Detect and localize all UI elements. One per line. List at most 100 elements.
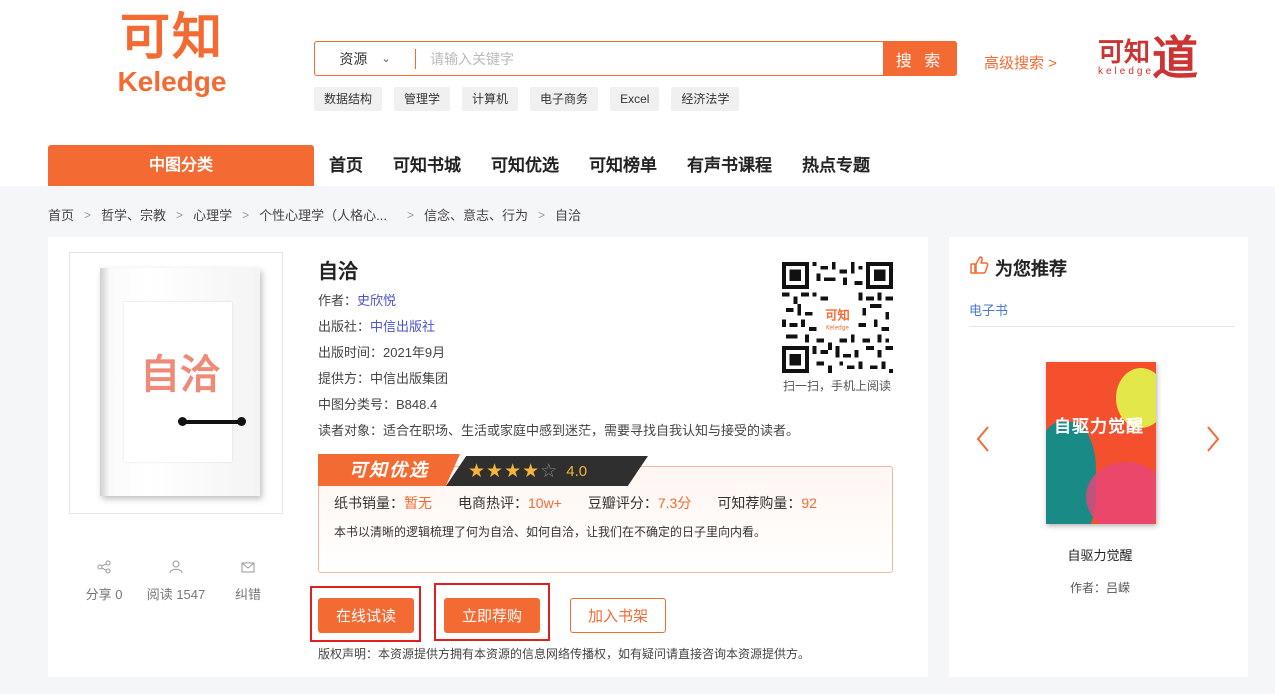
meta-audience: 读者对象：适合在职场、生活或家庭中感到迷茫，需要寻找自我认知与接受的读者。 <box>318 420 799 446</box>
star-empty-icon: ☆ <box>540 460 558 482</box>
divider <box>969 326 1234 327</box>
meta-label: 读者对象： <box>318 423 384 438</box>
breadcrumb-current: 自洽 <box>554 208 581 223</box>
recommend-book-cover[interactable]: 自驱力觉醒 <box>1046 362 1156 524</box>
mail-icon <box>212 560 284 576</box>
hot-tag[interactable]: 管理学 <box>394 87 451 111</box>
meta-value: 2021年9月 <box>383 345 446 360</box>
meta-date: 出版时间：2021年9月 <box>318 342 799 368</box>
pick-stat-label: 豆瓣评分： <box>587 495 658 511</box>
hot-tag[interactable]: 经济法学 <box>671 87 740 111</box>
nav-item-audio-courses[interactable]: 有声书课程 <box>672 145 787 186</box>
meta-label: 中图分类号： <box>318 397 397 412</box>
hot-tag[interactable]: 计算机 <box>462 87 519 111</box>
share-button[interactable]: 分享 0 <box>68 560 140 603</box>
cover-face-graphic <box>178 417 246 426</box>
breadcrumb-item[interactable]: 心理学 <box>193 205 232 224</box>
advanced-search-link[interactable]: 高级搜索 > <box>984 52 1057 73</box>
logo-en: Keledge <box>117 66 227 97</box>
nav-item-home[interactable]: 首页 <box>314 145 378 186</box>
meta-label: 提供方： <box>318 371 371 386</box>
highlight-box <box>310 586 421 642</box>
copyright-notice: 版权声明：本资源提供方拥有本资源的信息网络传播权，如有疑问请直接咨询本资源提供方… <box>318 647 811 661</box>
keledge-logo[interactable]: 可知 Keledge <box>116 8 228 98</box>
meta-label: 作者： <box>318 293 358 308</box>
logo2-mark: 道 <box>1152 31 1198 85</box>
hot-tags: 数据结构 管理学 计算机 电子商务 Excel 经济法学 <box>314 87 740 111</box>
recommend-cover-title: 自驱力觉醒 <box>1054 417 1144 436</box>
author-link[interactable]: 史欣悦 <box>357 293 396 308</box>
pick-stat-value: 暂无 <box>404 495 432 511</box>
share-icon <box>68 560 140 576</box>
recommend-title: 为您推荐 <box>969 255 1067 281</box>
keledge-brand-logo[interactable]: 可知 道 keledge <box>1098 22 1210 85</box>
pick-stat-label: 可知荐购量： <box>717 495 802 511</box>
report-error-label: 纠错 <box>234 587 261 602</box>
meta-label: 出版时间： <box>318 345 384 360</box>
meta-value: 适合在职场、生活或家庭中感到迷茫，需要寻找自我认知与接受的读者。 <box>383 423 800 438</box>
pick-stat: 豆瓣评分：7.3分 <box>588 493 691 513</box>
star-icon: ★ <box>468 460 486 482</box>
hot-tag[interactable]: Excel <box>610 87 660 111</box>
star-icon: ★ <box>522 460 540 482</box>
qr-code[interactable]: 可知 Keledge <box>782 262 893 373</box>
star-icon: ★ <box>486 460 504 482</box>
add-to-shelf-button[interactable]: 加入书架 <box>570 598 666 633</box>
chevron-down-icon: ⌄ <box>381 53 391 65</box>
header: 可知 Keledge 资源 ⌄ 搜 索 数据结构 管理学 计算机 电子商务 Ex… <box>0 0 1275 145</box>
star-icon: ★ <box>504 460 522 482</box>
social-stats: 分享 0 阅读 1547 纠错 <box>68 560 284 603</box>
qr-caption: 扫一扫，手机上阅读 <box>783 379 892 393</box>
recommend-book-author: 作者：吕嵘 <box>1069 581 1130 595</box>
search-button[interactable]: 搜 索 <box>883 41 957 76</box>
search-scope-label: 资源 <box>339 50 368 67</box>
nav-item-picks[interactable]: 可知优选 <box>476 145 574 186</box>
nav-item-topics[interactable]: 热点专题 <box>787 145 885 186</box>
hot-tag[interactable]: 数据结构 <box>314 87 383 111</box>
hot-tag[interactable]: 电子商务 <box>530 87 599 111</box>
pick-stat: 纸书销量：暂无 <box>334 493 432 513</box>
breadcrumb-item[interactable]: 首页 <box>48 205 74 224</box>
cover-shape <box>1086 462 1156 524</box>
pick-stat: 可知荐购量：92 <box>717 493 817 513</box>
logo-cn: 可知 <box>120 9 224 65</box>
meta-label: 出版社： <box>318 319 371 334</box>
publisher-link[interactable]: 中信出版社 <box>370 319 435 334</box>
pick-stat-label: 电商热评： <box>458 495 528 511</box>
pick-stats: 纸书销量：暂无 电商热评：10w+ 豆瓣评分：7.3分 可知荐购量：92 <box>334 493 843 513</box>
search-scope-select[interactable]: 资源 ⌄ <box>315 42 415 75</box>
pick-stat-value: 92 <box>801 495 817 511</box>
cover-title: 自洽 <box>140 351 220 398</box>
pick-stat-value: 7.3分 <box>657 495 692 511</box>
meta-publisher: 出版社：中信出版社 <box>318 316 799 342</box>
chevron-right-icon: > <box>176 207 184 222</box>
breadcrumb-item[interactable]: 哲学、宗教 <box>101 205 166 224</box>
cover-inner: 自洽 <box>124 302 246 462</box>
share-count: 分享 0 <box>85 587 123 602</box>
nav-item-bookstore[interactable]: 可知书城 <box>378 145 476 186</box>
reader-icon <box>140 560 212 576</box>
breadcrumb-item[interactable]: 个性心理学（人格心... <box>259 205 387 224</box>
book-cover[interactable]: 自洽 <box>100 268 260 496</box>
meta-clc: 中图分类号：B848.4 <box>318 394 799 420</box>
recommend-book-title[interactable]: 自驱力觉醒 <box>1000 545 1200 564</box>
logo2-en: keledge <box>1098 66 1155 77</box>
chevron-right-icon[interactable] <box>1204 424 1222 462</box>
search-input[interactable] <box>416 42 883 75</box>
breadcrumb-item[interactable]: 信念、意志、行为 <box>424 205 528 224</box>
pick-stat-value: 10w+ <box>528 495 562 511</box>
nav-item-rankings[interactable]: 可知榜单 <box>574 145 672 186</box>
chevron-left-icon[interactable] <box>974 424 992 462</box>
nav-category-button[interactable]: 中图分类 <box>48 145 314 186</box>
chevron-right-icon: > <box>84 207 92 222</box>
logo2-cn: 可知 <box>1098 38 1151 68</box>
pick-tab: 可知优选 <box>318 454 460 486</box>
nav-items: 首页 可知书城 可知优选 可知榜单 有声书课程 热点专题 <box>314 145 885 186</box>
rating-value: 4.0 <box>566 462 588 480</box>
book-title: 自洽 <box>318 261 358 283</box>
book-meta: 作者：史欣悦 出版社：中信出版社 出版时间：2021年9月 提供方：中信出版集团… <box>318 290 799 446</box>
report-error-button[interactable]: 纠错 <box>212 560 284 603</box>
qr-center-en: Keledge <box>826 325 849 331</box>
recommend-title-text: 为您推荐 <box>995 259 1067 279</box>
tab-ebook[interactable]: 电子书 <box>969 300 1008 319</box>
